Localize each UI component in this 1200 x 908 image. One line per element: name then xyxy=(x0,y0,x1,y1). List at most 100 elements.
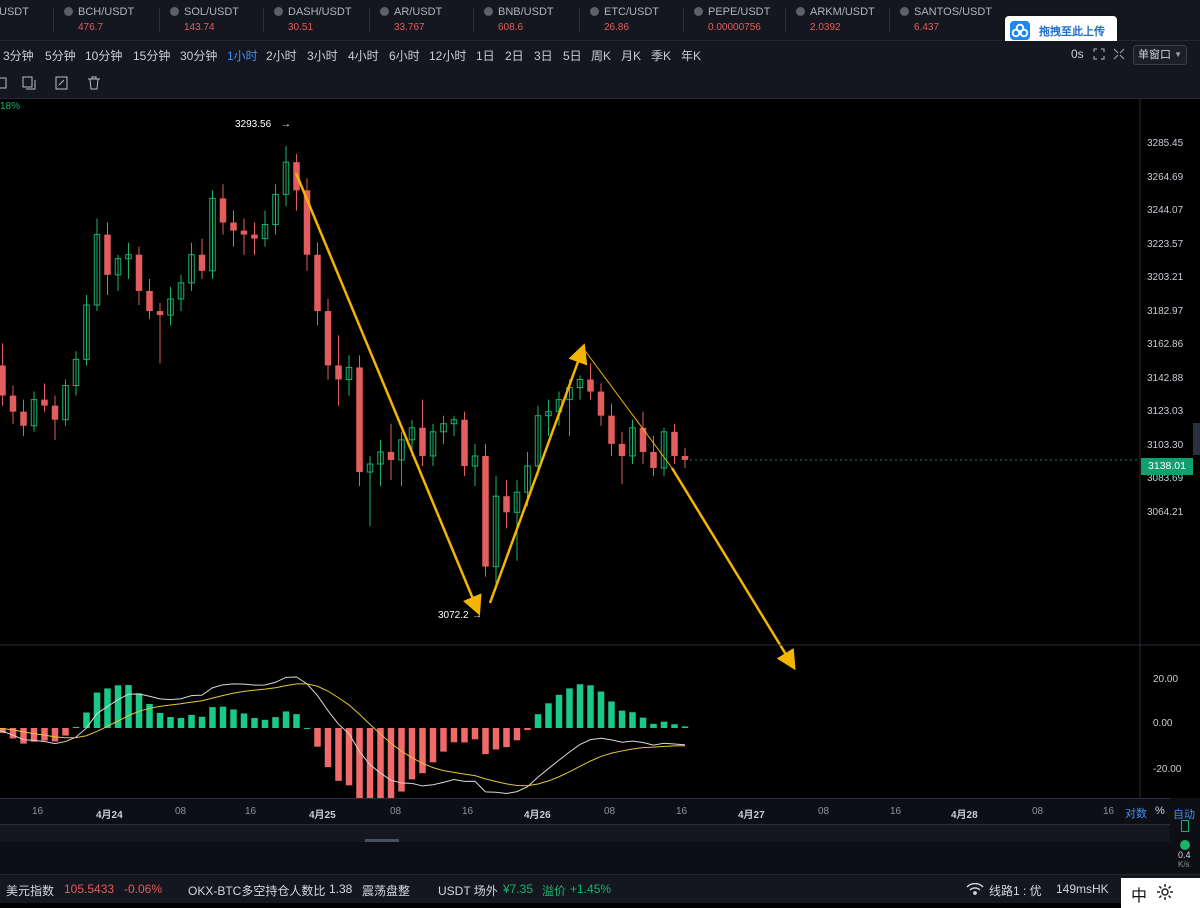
macd-histogram-bar xyxy=(209,707,216,728)
ratio-label: OKX-BTC多空持仓人数比 xyxy=(188,884,326,898)
coin-icon xyxy=(64,7,73,16)
candle-body xyxy=(314,254,321,312)
ticker-symbol: BNB/USDT xyxy=(498,6,554,18)
edit-icon[interactable] xyxy=(55,76,69,90)
interval-tab[interactable]: 3日 xyxy=(534,47,553,64)
window-mode-select[interactable]: 单窗口 ▼ xyxy=(1133,45,1187,65)
interval-tab[interactable]: 3分钟 xyxy=(3,47,34,64)
expand-icon[interactable] xyxy=(1113,47,1125,65)
coin-icon xyxy=(796,7,805,16)
interval-tab[interactable]: 5日 xyxy=(563,47,582,64)
interval-tab[interactable]: 1日 xyxy=(476,47,495,64)
candle-body xyxy=(219,198,227,223)
dxy-label: 美元指数 xyxy=(6,884,55,898)
time-tick: 08 xyxy=(175,806,187,817)
candle-body xyxy=(51,405,59,420)
ticker-symbol: AR/USDT xyxy=(394,6,443,18)
window-mode-label: 单窗口 xyxy=(1138,49,1171,61)
time-tick: 4月25 xyxy=(309,810,336,821)
macd-histogram-bar xyxy=(324,728,332,768)
interval-tab[interactable]: 4小时 xyxy=(348,47,379,64)
cloud-upload-icon xyxy=(1010,21,1030,40)
premium-value: +1.45% xyxy=(570,882,612,896)
macd-histogram-bar xyxy=(545,703,552,728)
interval-tab[interactable]: 年K xyxy=(681,47,701,64)
ticker-item[interactable]: AR/USDT 33.767 xyxy=(369,6,443,36)
coin-icon xyxy=(274,7,283,16)
interval-tab[interactable]: 6小时 xyxy=(389,47,420,64)
price-tick: 3123.03 xyxy=(1147,406,1184,417)
time-tick: 16 xyxy=(676,806,688,817)
interval-tab[interactable]: 月K xyxy=(621,47,641,64)
interval-tab[interactable]: 2小时 xyxy=(266,47,297,64)
ticker-item[interactable]: ARKM/USDT 2.0392 xyxy=(785,6,875,36)
ticker-symbol: SANTOS/USDT xyxy=(914,6,993,18)
macd-histogram-bar xyxy=(387,728,395,798)
ticker-item[interactable]: DASH/USDT 30.51 xyxy=(263,6,352,36)
price-tick: 3162.86 xyxy=(1147,339,1184,350)
macd-histogram-bar xyxy=(219,706,227,728)
ticker-item[interactable]: ETC/USDT 26.86 xyxy=(579,6,659,36)
ticker-symbol: ARKM/USDT xyxy=(810,6,875,18)
price-tick: 3244.07 xyxy=(1147,205,1184,216)
input-method-bar: 中 xyxy=(1121,878,1200,908)
ticker-item[interactable]: SOL/USDT 143.74 xyxy=(159,6,239,36)
macd-histogram-bar xyxy=(293,714,300,728)
interval-tab[interactable]: 12小时 xyxy=(429,47,466,64)
ticker-item[interactable]: BCH/USDT 476.7 xyxy=(53,6,134,36)
gear-icon[interactable] xyxy=(1156,883,1174,906)
drawing-tools-bar xyxy=(0,68,1200,99)
macd-histogram-bar xyxy=(513,728,521,741)
interval-tab[interactable]: 10分钟 xyxy=(85,47,122,64)
current-price-tag: 3138.01 xyxy=(1141,458,1193,475)
ticker-symbol: ETC/USDT xyxy=(604,6,659,18)
fullscreen-icon[interactable] xyxy=(1093,47,1105,65)
trend-line-thin xyxy=(582,347,673,469)
countdown: 0s xyxy=(1071,47,1084,61)
interval-tab[interactable]: 2日 xyxy=(505,47,524,64)
macd-histogram-bar xyxy=(587,685,594,728)
copy-icon[interactable] xyxy=(22,76,36,90)
interval-tab[interactable]: 1小时 xyxy=(227,47,258,64)
interval-tab[interactable]: 季K xyxy=(651,47,671,64)
percent-scale-toggle[interactable]: % xyxy=(1155,805,1165,817)
candle-body xyxy=(387,451,395,460)
macd-tick: 0.00 xyxy=(1153,718,1173,729)
interval-tab[interactable]: 30分钟 xyxy=(180,47,217,64)
ticker-price: 2.0392 xyxy=(810,22,841,33)
macd-histogram-bar xyxy=(576,684,584,728)
interval-tab[interactable]: 3小时 xyxy=(307,47,338,64)
ticker-price: 6.437 xyxy=(914,22,940,33)
candle-body xyxy=(41,399,48,406)
price-tick: 3103.30 xyxy=(1147,439,1184,451)
time-tick: 16 xyxy=(32,806,44,817)
candle-body xyxy=(461,419,468,467)
candle-body xyxy=(503,496,510,513)
ticker-separator xyxy=(889,8,890,32)
ticker-item[interactable]: USDT xyxy=(0,6,29,36)
candlestick-chart[interactable] xyxy=(0,98,1200,803)
chart-scrollbar[interactable] xyxy=(0,824,1170,844)
interval-tab[interactable]: 5分钟 xyxy=(45,47,76,64)
square-icon[interactable] xyxy=(0,76,8,90)
line-label[interactable]: 线路1 : 优 xyxy=(989,882,1042,899)
language-toggle[interactable]: 中 xyxy=(1131,882,1147,906)
ticker-item[interactable]: PEPE/USDT 0.00000756 xyxy=(683,6,770,36)
macd-histogram-bar xyxy=(566,688,573,728)
macd-histogram-bar xyxy=(618,710,626,728)
time-tick: 08 xyxy=(818,806,830,817)
log-scale-toggle[interactable]: 对数 xyxy=(1125,805,1147,821)
ticker-symbol: USDT xyxy=(0,6,29,18)
candle-body xyxy=(135,254,143,291)
trash-icon[interactable] xyxy=(87,76,101,90)
candle-body xyxy=(608,415,615,444)
interval-tab[interactable]: 15分钟 xyxy=(133,47,170,64)
candle-body xyxy=(335,365,342,380)
macd-histogram-bar xyxy=(167,717,174,728)
ticker-item[interactable]: SANTOS/USDT 6.437 xyxy=(889,6,993,36)
interval-tab[interactable]: 周K xyxy=(591,47,611,64)
time-tick: 4月28 xyxy=(951,810,978,821)
time-tick: 4月27 xyxy=(738,810,765,821)
coin-icon xyxy=(590,7,599,16)
ticker-item[interactable]: BNB/USDT 608.6 xyxy=(473,6,554,36)
